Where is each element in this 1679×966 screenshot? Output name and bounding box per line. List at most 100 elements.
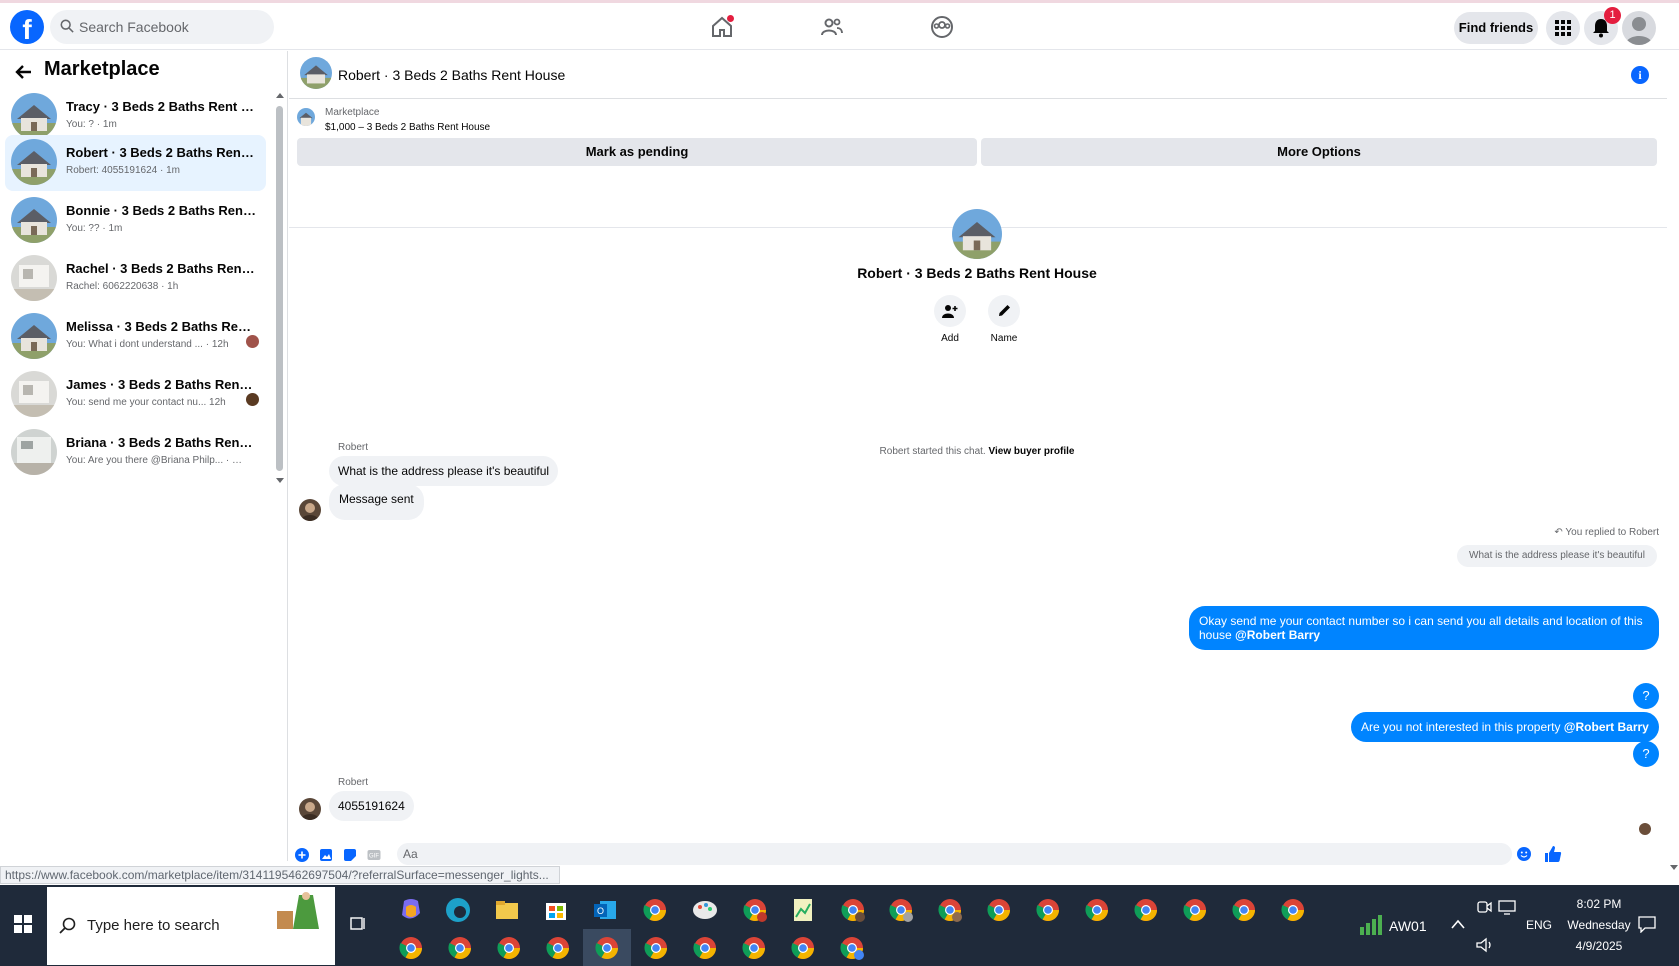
mark-as-pending-button[interactable]: Mark as pending xyxy=(297,138,977,166)
facebook-logo[interactable]: f xyxy=(10,10,44,44)
file-explorer-icon[interactable] xyxy=(492,895,522,925)
chrome-profile-icon[interactable] xyxy=(984,895,1014,925)
search-facebook-field[interactable]: Search Facebook xyxy=(50,10,274,44)
outgoing-message[interactable]: Okay send me your contact number so i ca… xyxy=(1189,606,1659,650)
chrome-window-icon[interactable] xyxy=(837,933,867,963)
clock-date[interactable]: 4/9/2025 xyxy=(1567,939,1631,953)
notification-center-icon[interactable] xyxy=(1638,915,1656,933)
windows-start-icon[interactable] xyxy=(14,915,32,933)
back-arrow-icon[interactable] xyxy=(14,62,34,82)
chat-listing-thumbnail[interactable] xyxy=(300,57,332,89)
photo-icon[interactable] xyxy=(319,848,333,862)
sender-name: Robert xyxy=(338,442,369,453)
pencil-icon xyxy=(999,305,1010,316)
marketplace-label: Marketplace xyxy=(325,107,380,118)
meet-now-icon[interactable] xyxy=(1476,899,1492,915)
gif-icon[interactable]: GIF xyxy=(367,848,381,862)
chrome-window-icon-active[interactable] xyxy=(592,933,622,963)
emoji-icon[interactable] xyxy=(1517,847,1531,861)
clock-day[interactable]: Wednesday xyxy=(1559,918,1639,932)
find-friends-button[interactable]: Find friends xyxy=(1454,12,1538,44)
groups-icon[interactable] xyxy=(930,15,954,39)
network-signal-icon[interactable] xyxy=(1358,913,1382,935)
robert-avatar xyxy=(299,499,321,521)
replied-to-note: ↶ You replied to Robert xyxy=(1554,527,1659,538)
clock-time[interactable]: 8:02 PM xyxy=(1567,897,1631,911)
outgoing-message[interactable]: ? xyxy=(1633,741,1659,767)
taskbar-search-box[interactable]: Type here to search xyxy=(47,887,335,965)
outlook-icon[interactable]: O xyxy=(590,895,620,925)
scroll-up-arrow-icon[interactable] xyxy=(275,91,285,99)
incoming-message[interactable]: 4055191624 xyxy=(329,791,414,821)
top-navigation-bar: f Search Facebook Find friends 1 xyxy=(0,0,1679,50)
chrome-profile-icon[interactable] xyxy=(740,895,770,925)
chrome-profile-icon[interactable] xyxy=(838,895,868,925)
conversation-item[interactable]: James · 3 Beds 2 Baths Rent ... You: sen… xyxy=(5,367,266,423)
friends-icon[interactable] xyxy=(820,15,844,39)
chrome-profile-icon[interactable] xyxy=(886,895,916,925)
outgoing-message[interactable]: Are you not interested in this property … xyxy=(1351,712,1659,742)
chrome-window-icon[interactable] xyxy=(641,933,671,963)
listing-thumbnail xyxy=(11,313,57,359)
chat-panel: Robert · 3 Beds 2 Baths Rent House i Mar… xyxy=(289,51,1667,865)
scroll-down-arrow-icon[interactable] xyxy=(275,477,285,485)
chrome-window-icon[interactable] xyxy=(690,933,720,963)
chrome-profile-icon[interactable] xyxy=(1082,895,1112,925)
chrome-window-icon[interactable] xyxy=(396,933,426,963)
chrome-window-icon[interactable] xyxy=(788,933,818,963)
chrome-profile-icon[interactable] xyxy=(1229,895,1259,925)
conversation-item[interactable]: Briana · 3 Beds 2 Baths Rent Ho... You: … xyxy=(5,425,266,481)
more-options-button[interactable]: More Options xyxy=(981,138,1657,166)
message-input[interactable]: Aa xyxy=(397,843,1512,865)
outgoing-message[interactable]: ? xyxy=(1633,683,1659,709)
conversation-item[interactable]: Bonnie · 3 Beds 2 Baths Rent H... You: ?… xyxy=(5,193,266,249)
name-chat-button[interactable] xyxy=(988,295,1020,327)
incoming-message[interactable]: What is the address please it's beautifu… xyxy=(329,456,559,486)
chrome-profile-icon[interactable] xyxy=(1278,895,1308,925)
chrome-window-icon[interactable] xyxy=(739,933,769,963)
volume-icon[interactable] xyxy=(1476,937,1494,953)
listing-thumbnail xyxy=(11,371,57,417)
add-people-button[interactable] xyxy=(934,295,966,327)
plus-circle-icon[interactable] xyxy=(295,848,309,862)
chrome-profile-icon[interactable] xyxy=(1131,895,1161,925)
store-icon[interactable] xyxy=(541,895,571,925)
quoted-message[interactable]: What is the address please it's beautifu… xyxy=(1457,545,1657,567)
menu-button[interactable] xyxy=(1546,11,1580,45)
conversation-preview: Robert: 4055191624 · 1m xyxy=(66,165,180,176)
chrome-icon[interactable] xyxy=(640,895,670,925)
conversation-name: James · 3 Beds 2 Baths Rent ... xyxy=(66,377,256,392)
sticker-icon[interactable] xyxy=(343,848,357,862)
chrome-profile-icon[interactable] xyxy=(1033,895,1063,925)
page-scroll-down-icon[interactable] xyxy=(1669,864,1679,872)
chrome-window-icon[interactable] xyxy=(494,933,524,963)
network-label[interactable]: AW01 xyxy=(1389,918,1427,934)
chat-title[interactable]: Robert · 3 Beds 2 Baths Rent House xyxy=(338,67,565,83)
conversation-item[interactable]: Rachel · 3 Beds 2 Baths Rent Ho... Rache… xyxy=(5,251,266,307)
chrome-profile-icon[interactable] xyxy=(1180,895,1210,925)
sidebar-scrollbar[interactable] xyxy=(276,106,283,471)
conversation-item[interactable]: Melissa · 3 Beds 2 Baths Rent ... You: W… xyxy=(5,309,266,365)
sheets-app-icon[interactable] xyxy=(788,895,818,925)
edge-icon[interactable] xyxy=(443,895,473,925)
incoming-message[interactable]: Message sent xyxy=(329,484,424,520)
conversation-name: Briana · 3 Beds 2 Baths Rent Ho... xyxy=(66,435,256,450)
mention[interactable]: @Robert Barry xyxy=(1235,628,1320,642)
listing-price-title[interactable]: $1,000 – 3 Beds 2 Baths Rent House xyxy=(325,122,490,133)
show-hidden-icons-chevron[interactable] xyxy=(1451,919,1465,929)
copilot-icon[interactable] xyxy=(396,895,426,925)
chrome-profile-icon[interactable] xyxy=(935,895,965,925)
profile-silhouette-icon xyxy=(1625,17,1653,45)
conversation-item-active[interactable]: Robert · 3 Beds 2 Baths Rent Ho... Rober… xyxy=(5,135,266,191)
view-buyer-profile-link[interactable]: View buyer profile xyxy=(989,446,1075,457)
display-icon[interactable] xyxy=(1498,899,1516,915)
language-indicator[interactable]: ENG xyxy=(1526,918,1552,932)
thumbs-up-icon[interactable] xyxy=(1544,845,1562,863)
task-view-icon[interactable] xyxy=(350,915,368,933)
account-avatar[interactable] xyxy=(1622,11,1656,45)
mention[interactable]: @Robert Barry xyxy=(1564,720,1649,734)
info-icon[interactable]: i xyxy=(1631,66,1649,84)
chrome-window-icon[interactable] xyxy=(445,933,475,963)
paint-app-icon[interactable] xyxy=(690,895,720,925)
chrome-window-icon[interactable] xyxy=(543,933,573,963)
